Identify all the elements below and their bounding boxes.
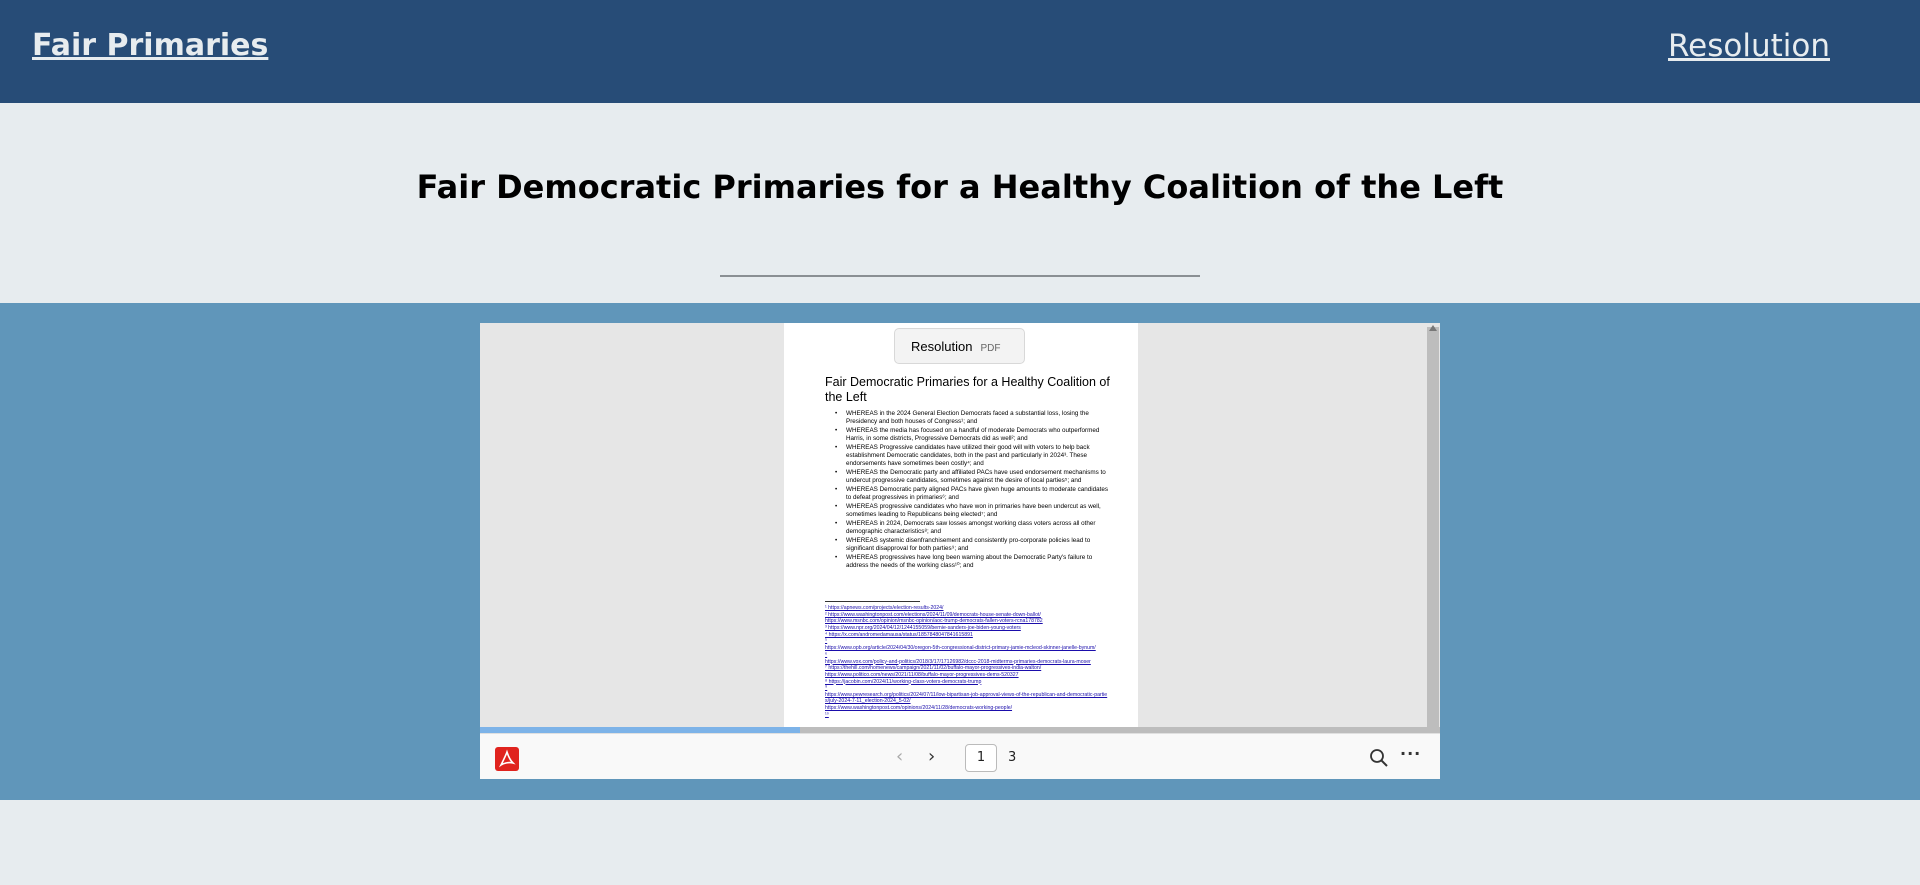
footnote-link[interactable]: ³ https://www.npr.org/2024/04/12/1244155… xyxy=(825,625,1110,631)
whereas-item: WHEREAS progressive candidates who have … xyxy=(825,503,1110,519)
footnote-link[interactable]: ⁷ https://thehill.com/homenews/campaign/… xyxy=(825,665,1110,671)
document-type: PDF xyxy=(980,343,1001,354)
whereas-item: WHEREAS Progressive candidates have util… xyxy=(825,444,1110,468)
brand-link[interactable]: Fair Primaries xyxy=(32,28,268,63)
whereas-item: WHEREAS progressives have long been warn… xyxy=(825,554,1110,570)
footnote-link[interactable]: https://www.pewresearch.org/politics/202… xyxy=(825,692,1110,705)
footnote-link[interactable]: ² https://www.washingtonpost.com/electio… xyxy=(825,612,1110,618)
page-title: Fair Democratic Primaries for a Healthy … xyxy=(416,168,1504,206)
previous-page-icon[interactable]: ‹ xyxy=(896,746,903,767)
nav-link-resolution[interactable]: Resolution xyxy=(1668,28,1830,64)
whereas-item: WHEREAS the Democratic party and affilia… xyxy=(825,469,1110,485)
more-options-icon[interactable]: ··· xyxy=(1400,744,1421,763)
title-divider xyxy=(720,275,1200,277)
whereas-item: WHEREAS systemic disenfranchisement and … xyxy=(825,537,1110,553)
footnote-link[interactable]: https://www.vox.com/policy-and-politics/… xyxy=(825,659,1110,665)
whereas-item: WHEREAS Democratic party aligned PACs ha… xyxy=(825,486,1110,502)
footnote-link[interactable]: https://www.politico.com/news/2021/11/08… xyxy=(825,672,1110,678)
whereas-item: WHEREAS in 2024, Democrats saw losses am… xyxy=(825,520,1110,536)
pdf-app-icon xyxy=(495,747,519,771)
footnote-link[interactable]: https://www.msnbc.com/opinion/msnbc-opin… xyxy=(825,618,1110,624)
footnote-link[interactable]: ⁵ xyxy=(825,638,1110,644)
document-heading: Fair Democratic Primaries for a Healthy … xyxy=(825,375,1110,404)
document-name: Resolution xyxy=(911,339,973,354)
scroll-up-arrow-icon[interactable] xyxy=(1429,325,1437,331)
footnote-link[interactable]: ¹⁰ xyxy=(825,712,1110,718)
whereas-item: WHEREAS the media has focused on a handf… xyxy=(825,427,1110,443)
footnote-divider xyxy=(825,601,920,602)
footnote-link[interactable]: https://www.opb.org/article/2024/04/30/o… xyxy=(825,645,1110,651)
footnote-link[interactable]: ⁹ xyxy=(825,685,1110,691)
top-nav-bar: Fair Primaries Resolution xyxy=(0,0,1920,103)
whereas-list: WHEREAS in the 2024 General Election Dem… xyxy=(825,410,1110,571)
pdf-page[interactable]: Resolution PDF Fair Democratic Primaries … xyxy=(784,323,1138,731)
footnote-link[interactable]: ⁴ https://x.com/andromedamausa/status/18… xyxy=(825,632,1110,638)
footnote-link[interactable]: ⁸ https://jacobin.com/2024/11/working-cl… xyxy=(825,679,1110,685)
page-number-input[interactable]: 1 xyxy=(965,744,997,772)
search-icon[interactable] xyxy=(1368,747,1390,769)
whereas-item: WHEREAS in the 2024 General Election Dem… xyxy=(825,410,1110,426)
footnote-link[interactable]: ⁶ xyxy=(825,652,1110,658)
footnote-link[interactable]: https://www.washingtonpost.com/opinions/… xyxy=(825,705,1110,711)
pdf-viewer[interactable]: Resolution PDF Fair Democratic Primaries … xyxy=(480,323,1440,779)
footnote-link[interactable]: ¹ https://apnews.com/projects/election-r… xyxy=(825,605,1110,611)
document-name-chip[interactable]: Resolution PDF xyxy=(894,328,1025,364)
page-total: 3 xyxy=(1008,750,1017,765)
next-page-icon[interactable]: › xyxy=(928,746,935,767)
footnote-list: ¹ https://apnews.com/projects/election-r… xyxy=(825,605,1110,718)
vertical-scrollbar[interactable] xyxy=(1427,327,1439,727)
pdf-toolbar: ‹ › 1 3 ··· xyxy=(480,733,1440,779)
